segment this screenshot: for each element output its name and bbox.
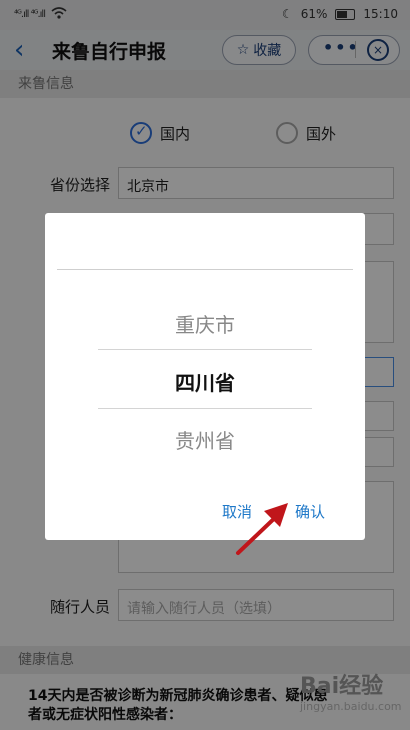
- picker-option-selected[interactable]: 四川省: [45, 367, 365, 396]
- picker-top-divider: [57, 269, 353, 270]
- picker-selection-line-bottom: [98, 408, 312, 409]
- confirm-button[interactable]: 确认: [295, 501, 325, 522]
- watermark: Bai经验 jingyan.baidu.com: [300, 668, 402, 713]
- watermark-brand: Bai经验: [300, 674, 384, 699]
- watermark-url: jingyan.baidu.com: [300, 700, 402, 713]
- picker-option[interactable]: 贵州省: [45, 425, 365, 454]
- picker-option[interactable]: 重庆市: [45, 309, 365, 338]
- province-picker-dialog: 重庆市 四川省 贵州省 取消 确认: [45, 213, 365, 540]
- picker-selection-line-top: [98, 349, 312, 350]
- annotation-arrow-icon: [236, 503, 288, 555]
